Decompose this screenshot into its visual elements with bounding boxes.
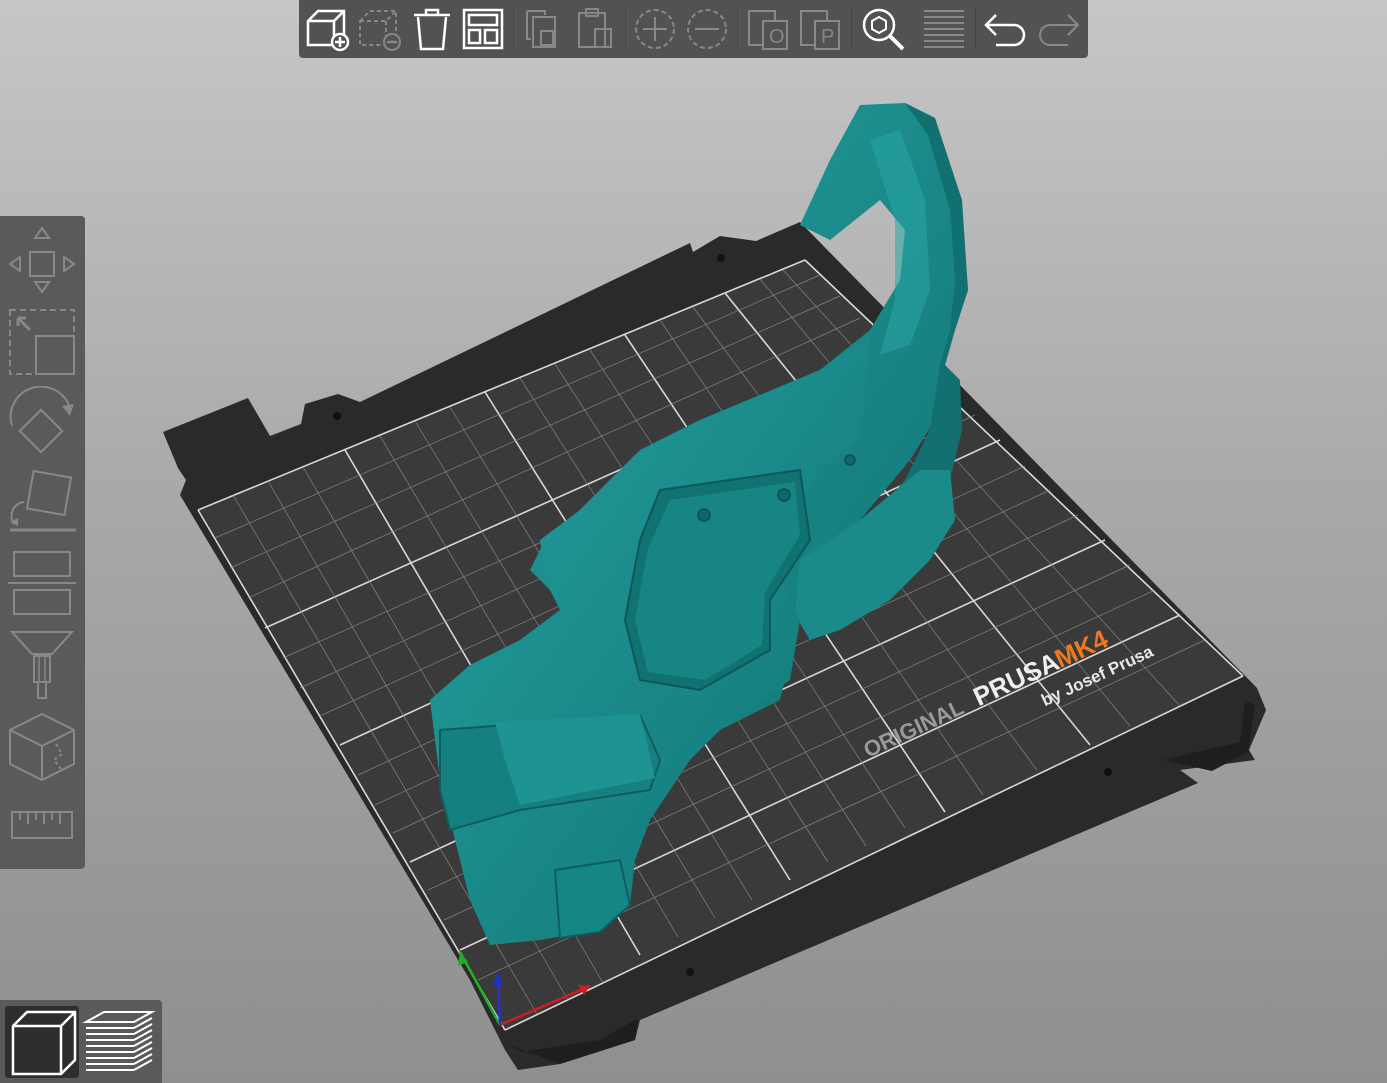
redo-icon[interactable] (1034, 5, 1082, 53)
copy-icon[interactable] (519, 5, 567, 53)
add-instance-icon[interactable] (631, 5, 679, 53)
svg-text:O: O (769, 26, 785, 48)
arrange-icon[interactable] (459, 5, 507, 53)
gizmo-toolbar (0, 216, 85, 869)
split-to-parts-icon[interactable]: P (797, 5, 845, 53)
scale-icon[interactable] (4, 304, 80, 378)
paste-icon[interactable] (571, 5, 619, 53)
delete-all-icon[interactable] (408, 5, 456, 53)
preview-icon (82, 1011, 156, 1071)
move-icon[interactable] (4, 222, 80, 296)
cut-icon[interactable] (4, 546, 80, 620)
view-toolbar (0, 1000, 162, 1083)
place-on-face-icon[interactable] (4, 468, 80, 542)
preview-button[interactable] (82, 1006, 156, 1078)
3d-view-icon (11, 1010, 77, 1076)
rotate-icon[interactable] (4, 386, 80, 460)
3d-scene[interactable]: ORIGINAL PRUSA MK4 by Josef Prusa (0, 0, 1387, 1083)
delete-object-icon[interactable] (356, 5, 404, 53)
seam-painting-icon[interactable] (4, 710, 80, 784)
layers-editing-icon[interactable] (920, 5, 968, 53)
3d-view-button[interactable] (5, 1006, 79, 1078)
undo-icon[interactable] (982, 5, 1030, 53)
measure-icon[interactable] (4, 792, 80, 862)
add-object-icon[interactable] (304, 5, 352, 53)
split-to-objects-icon[interactable]: O (745, 5, 793, 53)
search-icon[interactable] (859, 5, 907, 53)
paint-supports-icon[interactable] (4, 628, 80, 702)
top-toolbar: O P (299, 0, 1088, 58)
svg-text:P: P (821, 26, 834, 48)
remove-instance-icon[interactable] (683, 5, 731, 53)
